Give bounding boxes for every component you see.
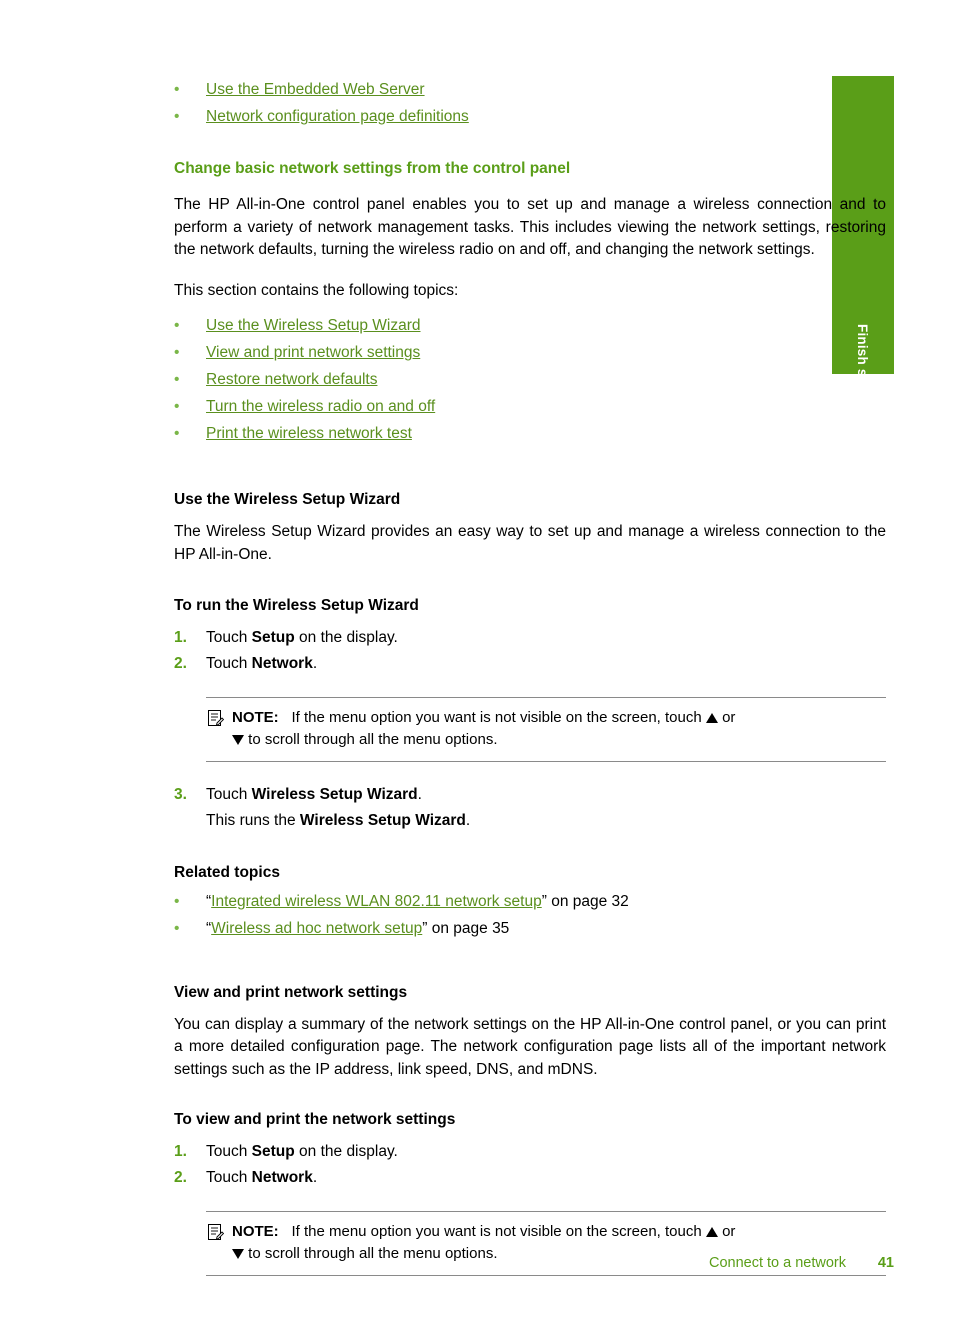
link-use-the-embedded-web-server[interactable]: Use the Embedded Web Server [206, 81, 425, 98]
wizard-paragraph: The Wireless Setup Wizard provides an ea… [174, 523, 886, 563]
page-content: • Use the Embedded Web Server • Network … [174, 76, 886, 1277]
step-text-post: on the display. [294, 1143, 398, 1161]
step-text-pre: Touch [206, 628, 252, 646]
step-text-post: . [312, 1169, 318, 1187]
step-text-pre: Touch [206, 1169, 252, 1187]
subheading-view-and-print-network-settings: View and print network settings [174, 983, 408, 1001]
subheading-to-run-the-wireless-setup-wizard: To run the Wireless Setup Wizard [174, 596, 419, 614]
link-integrated-wireless-wlan-network-setup[interactable]: Integrated wireless WLAN 802.11 network … [211, 893, 542, 910]
subheading-use-the-wireless-setup-wizard: Use the Wireless Setup Wizard [174, 491, 401, 509]
link-turn-the-wireless-radio-on-and-off[interactable]: Turn the wireless radio on and off [206, 398, 435, 415]
bullet-icon: • [174, 81, 180, 98]
viewprint-paragraph: You can display a summary of the network… [174, 1015, 886, 1078]
step-text-post: on the display. [294, 628, 398, 646]
related-topics-list: • “Integrated wireless WLAN 802.11 netwo… [174, 888, 886, 942]
topics-intro: This section contains the following topi… [174, 281, 459, 299]
note-label: NOTE: [232, 708, 279, 726]
step3-line2-pre: This runs the [206, 811, 300, 829]
link-network-configuration-page-definitions[interactable]: Network configuration page definitions [206, 108, 469, 125]
list-item: 2. Touch Network. [174, 651, 886, 677]
note-text-part2: or [722, 1223, 736, 1241]
arrow-up-icon [705, 712, 718, 723]
list-item: • Turn the wireless radio on and off [174, 393, 886, 420]
bullet-icon: • [174, 108, 180, 125]
step-text-bold: Wireless Setup Wizard [251, 785, 418, 803]
link-print-the-wireless-network-test[interactable]: Print the wireless network test [206, 425, 412, 442]
bullet-icon: • [174, 892, 180, 910]
step-number: 2. [174, 654, 187, 672]
topics-list: • Use the Wireless Setup Wizard • View a… [174, 312, 886, 447]
wizard-steps-1-2: 1. Touch Setup on the display. 2. Touch … [174, 625, 886, 677]
note-label: NOTE: [232, 1223, 279, 1241]
bullet-icon: • [174, 398, 180, 416]
arrow-down-icon [232, 734, 244, 745]
arrow-up-icon [705, 1227, 718, 1238]
step3-line2-bold: Wireless Setup Wizard [299, 811, 466, 829]
related-tail: on page 35 [427, 919, 510, 937]
step-text-pre: Touch [206, 654, 252, 672]
step-text-post: . [312, 654, 318, 672]
link-restore-network-defaults[interactable]: Restore network defaults [206, 371, 377, 388]
note-text-part2: or [722, 708, 736, 726]
step-text-post: . [417, 785, 422, 803]
note-icon [206, 709, 225, 727]
list-item: • Network configuration page definitions [174, 103, 886, 130]
step3-line2-post: . [465, 811, 471, 829]
bullet-icon: • [174, 425, 180, 443]
list-item: • Use the Wireless Setup Wizard [174, 312, 886, 339]
step-text-bold: Setup [251, 1143, 295, 1161]
list-item: • Restore network defaults [174, 366, 886, 393]
note-text-part1: If the menu option you want is not visib… [291, 708, 702, 726]
list-item: • “Wireless ad hoc network setup” on pag… [174, 915, 886, 942]
step-number: 2. [174, 1169, 187, 1187]
list-item: 2. Touch Network. [174, 1165, 886, 1191]
bullet-icon: • [174, 344, 180, 362]
list-item: 1. Touch Setup on the display. [174, 1139, 886, 1165]
bullet-icon: • [174, 371, 180, 389]
step-text-bold: Setup [251, 628, 295, 646]
list-item: • Use the Embedded Web Server [174, 76, 886, 103]
link-view-and-print-network-settings[interactable]: View and print network settings [206, 344, 420, 361]
step-text-bold: Network [251, 1169, 313, 1187]
bullet-icon: • [174, 317, 180, 335]
link-use-the-wireless-setup-wizard[interactable]: Use the Wireless Setup Wizard [206, 317, 421, 334]
subheading-to-view-and-print-the-network-settings: To view and print the network settings [174, 1111, 456, 1129]
step-text-pre: Touch [206, 1143, 252, 1161]
document-page: Finish setup • Use the Embedded Web Serv… [0, 0, 954, 1321]
note-icon [206, 1223, 225, 1241]
bullet-icon: • [174, 919, 180, 937]
step-text-bold: Network [251, 654, 313, 672]
list-item: • View and print network settings [174, 339, 886, 366]
footer-chapter-title: Connect to a network [708, 1255, 846, 1271]
list-item: 3. Touch Wireless Setup Wizard. This run… [174, 782, 886, 834]
step-number: 1. [174, 1143, 187, 1161]
step-number: 3. [174, 785, 187, 803]
page-footer: Connect to a network 41 [174, 1255, 894, 1275]
related-tail: on page 32 [546, 892, 629, 910]
note-box-wizard: NOTE: If the menu option you want is not… [206, 696, 886, 762]
note-text-part1: If the menu option you want is not visib… [291, 1223, 702, 1241]
footer-page-number: 41 [877, 1255, 894, 1271]
section-heading-change-basic-network-settings: Change basic network settings from the c… [174, 160, 571, 177]
list-item: • “Integrated wireless WLAN 802.11 netwo… [174, 888, 886, 915]
note-text-part3: to scroll through all the menu options. [248, 730, 498, 748]
list-item: • Print the wireless network test [174, 420, 886, 447]
step-number: 1. [174, 628, 187, 646]
subheading-related-topics: Related topics [174, 863, 280, 881]
viewprint-steps: 1. Touch Setup on the display. 2. Touch … [174, 1139, 886, 1191]
link-wireless-ad-hoc-network-setup[interactable]: Wireless ad hoc network setup [211, 920, 422, 937]
top-links-list: • Use the Embedded Web Server • Network … [174, 76, 886, 130]
list-item: 1. Touch Setup on the display. [174, 625, 886, 651]
section-paragraph: The HP All-in-One control panel enables … [174, 196, 886, 259]
step-text-pre: Touch [206, 785, 252, 803]
wizard-step-3: 3. Touch Wireless Setup Wizard. This run… [174, 782, 886, 834]
